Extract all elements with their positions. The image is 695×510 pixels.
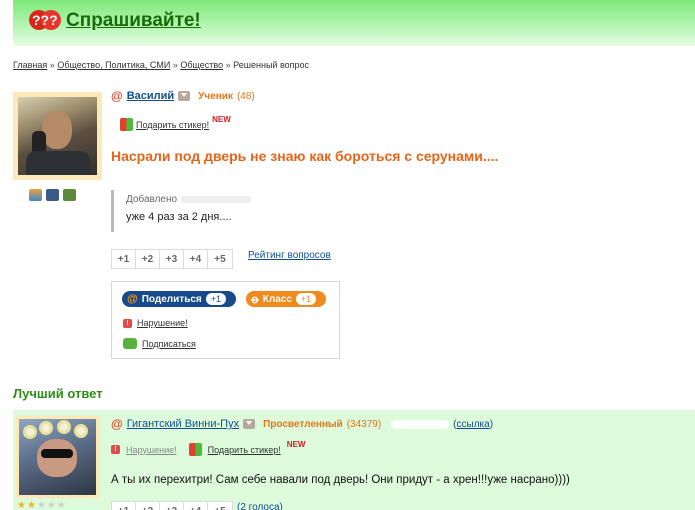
author-score: (48): [236, 90, 255, 102]
best-answer-text: А ты их перехитри! Сам себе навали под д…: [111, 474, 570, 486]
mail-share-label: Поделиться: [141, 293, 202, 305]
question-marks-icon[interactable]: ???: [28, 9, 62, 31]
vote-plus-2[interactable]: +2: [136, 250, 160, 268]
answer-author-name[interactable]: Гигантский Винни-Пух: [127, 418, 239, 430]
star-empty-icon: ★: [36, 500, 46, 510]
report-link[interactable]: Нарушение!: [137, 318, 188, 328]
subscribe-row: Подписаться: [123, 338, 196, 349]
answer-link[interactable]: ссылка: [457, 419, 490, 430]
answer-actions: ! Нарушение! Подарить стикер! NEW: [111, 440, 306, 456]
gift-sticker-link[interactable]: Подарить стикер!: [136, 120, 209, 130]
gift-sticker-row: Подарить стикер! NEW: [120, 115, 231, 131]
star-filled-icon: ★: [26, 500, 36, 510]
question-author-avatar-frame: [13, 92, 102, 180]
author-rank: Ученик: [198, 90, 233, 102]
vote-plus-4[interactable]: +4: [184, 250, 208, 268]
odnoklassniki-icon: ꝋ: [251, 293, 259, 306]
question-author-line: @ Василий Ученик (48): [111, 89, 255, 103]
ok-class-count: +1: [295, 293, 317, 305]
vote-plus-1[interactable]: +1: [112, 250, 136, 268]
answer-author-rank: Просветленный: [263, 418, 343, 430]
subscribe-icon: [123, 338, 137, 349]
envelope-icon[interactable]: [178, 91, 191, 101]
share-box: @ Поделиться +1 ꝋ Класс +1 ! Нарушение! …: [111, 281, 340, 359]
answer-vote-bar: +1 +2 +3 +4 +5: [111, 501, 233, 510]
answer-author-score: (34379): [346, 418, 382, 430]
gift-icon: [188, 443, 202, 456]
question-vote-bar: +1 +2 +3 +4 +5: [111, 249, 233, 269]
vote-plus-5[interactable]: +5: [208, 250, 232, 268]
mail-at-icon: @: [111, 89, 123, 103]
answer-permalink: (ссылка): [453, 418, 494, 430]
answer-vote-plus-1[interactable]: +1: [112, 502, 136, 510]
gift-icon: [120, 118, 133, 131]
answer-vote-plus-3[interactable]: +3: [160, 502, 184, 510]
answer-date-blurred: [391, 419, 450, 429]
mail-at-icon: @: [111, 417, 123, 431]
answer-author-avatar[interactable]: [19, 419, 96, 495]
ok-class-button[interactable]: ꝋ Класс +1: [246, 291, 326, 307]
mail-at-icon: @: [127, 293, 138, 305]
breadcrumb-subcategory[interactable]: Общество: [180, 60, 223, 70]
breadcrumb: Главная » Общество, Политика, СМИ » Обще…: [13, 60, 310, 70]
star-empty-icon: ★: [56, 500, 66, 510]
addendum-label: Добавлено: [126, 194, 178, 205]
answer-votes-count[interactable]: (2 голоса): [237, 502, 283, 510]
vote-plus-3[interactable]: +3: [160, 250, 184, 268]
video-icon[interactable]: [63, 189, 76, 201]
new-badge: NEW: [212, 115, 231, 124]
envelope-icon[interactable]: [243, 419, 256, 429]
question-title: Насрали под дверь не знаю как бороться с…: [111, 148, 499, 164]
star-empty-icon: ★: [46, 500, 56, 510]
breadcrumb-home[interactable]: Главная: [13, 60, 47, 70]
mail-share-count: +1: [205, 293, 227, 305]
addendum-date-blurred: [181, 196, 252, 203]
answer-author-avatar-frame: [16, 416, 99, 498]
answer-author-line: @ Гигантский Винни-Пух Просветленный (34…: [111, 417, 493, 431]
mail-share-button[interactable]: @ Поделиться +1: [122, 291, 236, 307]
answer-vote-plus-2[interactable]: +2: [136, 502, 160, 510]
star-filled-icon: ★: [17, 500, 26, 510]
answer-gift-link[interactable]: Подарить стикер!: [208, 445, 281, 455]
answer-vote-plus-5[interactable]: +5: [208, 502, 232, 510]
breadcrumb-current: Решенный вопрос: [233, 60, 310, 70]
question-rating-link[interactable]: Рейтинг вопросов: [248, 250, 331, 261]
answer-report-link[interactable]: Нарушение!: [126, 445, 177, 455]
warning-icon: !: [111, 445, 120, 454]
breadcrumb-category[interactable]: Общество, Политика, СМИ: [57, 60, 170, 70]
svg-text:???: ???: [32, 12, 58, 28]
report-row: ! Нарушение!: [123, 318, 188, 328]
camera-icon[interactable]: [46, 189, 59, 201]
best-answer-heading: Лучший ответ: [13, 386, 103, 401]
answer-author-stars: ★ ★ ★ ★ ★: [17, 501, 66, 510]
question-addendum: Добавлено уже 4 раз за 2 дня....: [111, 190, 431, 232]
question-author-avatar[interactable]: [18, 97, 97, 175]
site-logo-link[interactable]: Спрашивайте!: [66, 10, 201, 32]
ok-class-label: Класс: [262, 293, 292, 305]
site-header: ??? Спрашивайте!: [13, 0, 695, 46]
subscribe-link[interactable]: Подписаться: [142, 339, 196, 349]
addendum-text: уже 4 раз за 2 дня....: [126, 211, 232, 223]
warning-icon: !: [123, 318, 132, 328]
author-action-icons: [29, 189, 76, 201]
add-friend-icon[interactable]: [29, 189, 42, 201]
answer-vote-plus-4[interactable]: +4: [184, 502, 208, 510]
new-badge: NEW: [286, 440, 306, 449]
question-author-name[interactable]: Василий: [127, 90, 174, 102]
